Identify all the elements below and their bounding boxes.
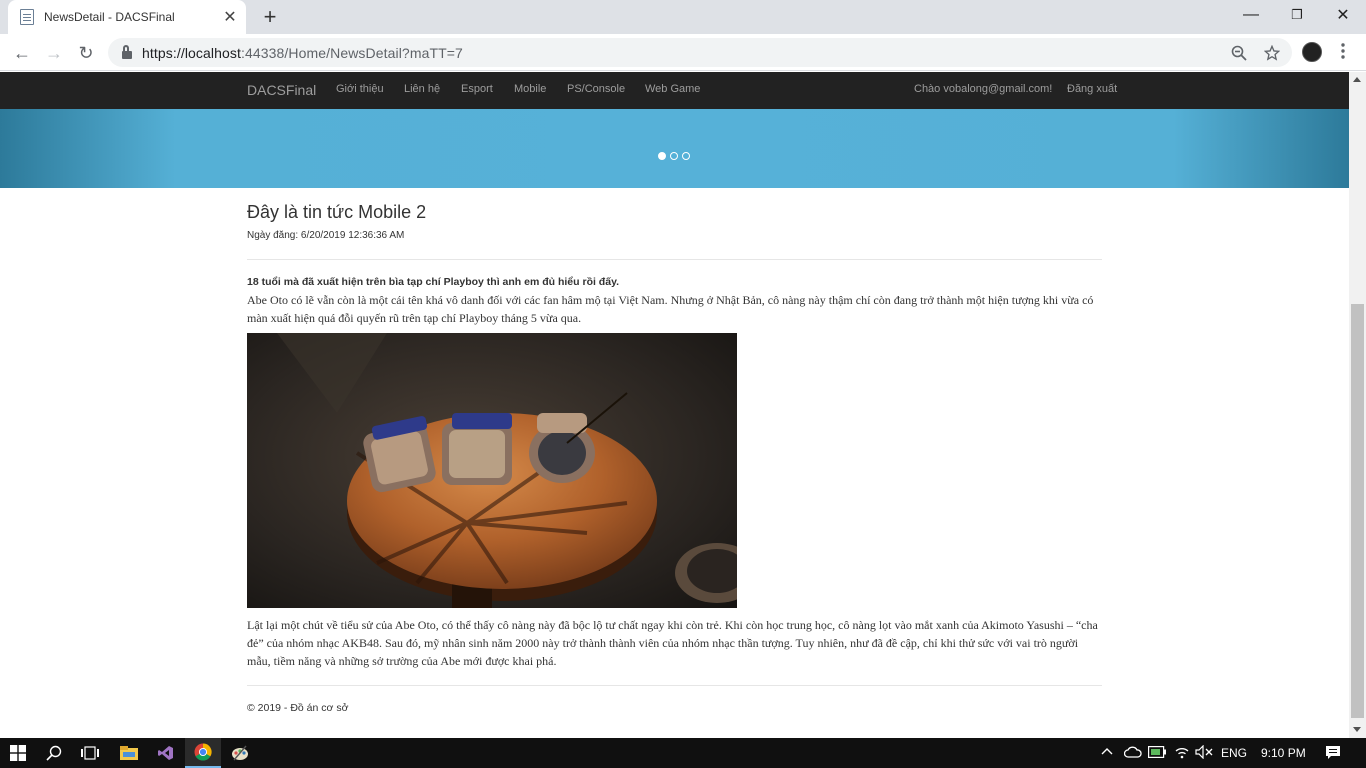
article-paragraph-1: Abe Oto có lẽ vẫn còn là một cái tên khá… — [247, 293, 1094, 325]
divider — [247, 685, 1102, 686]
lock-icon — [122, 44, 132, 59]
search-icon[interactable] — [36, 738, 72, 768]
article-paragraph-2: Lật lại một chút về tiểu sử của Abe Oto,… — [247, 618, 1098, 668]
url-text: https://localhost:44338/Home/NewsDetail?… — [142, 45, 463, 61]
divider — [247, 259, 1102, 260]
address-bar[interactable]: https://localhost:44338/Home/NewsDetail?… — [108, 38, 1292, 67]
more-menu-icon[interactable] — [1336, 40, 1350, 62]
zoom-out-icon[interactable] — [1230, 44, 1248, 62]
nav-mobile[interactable]: Mobile — [514, 83, 546, 95]
nav-esport[interactable]: Esport — [461, 83, 493, 95]
tab-strip: NewsDetail - DACSFinal ✕ + — ❐ ✕ — [0, 0, 1366, 34]
windows-taskbar: ENG 9:10 PM — [0, 738, 1366, 768]
battery-icon[interactable] — [1148, 746, 1166, 761]
page-favicon-icon — [20, 9, 34, 25]
user-greeting[interactable]: Chào vobalong@gmail.com! — [914, 83, 1052, 95]
scroll-down-arrow-icon[interactable] — [1353, 727, 1361, 732]
nav-ps-console[interactable]: PS/Console — [567, 83, 625, 95]
site-brand[interactable]: DACSFinal — [247, 82, 316, 98]
system-clock[interactable]: 9:10 PM — [1261, 746, 1306, 760]
carousel-banner — [0, 109, 1349, 188]
article-title: Đây là tin tức Mobile 2 — [247, 202, 427, 222]
wifi-icon[interactable] — [1174, 745, 1190, 762]
language-indicator[interactable]: ENG — [1221, 746, 1247, 760]
scrollbar-thumb[interactable] — [1351, 304, 1364, 718]
paint-app-icon[interactable] — [222, 738, 258, 768]
visual-studio-icon[interactable] — [148, 738, 184, 768]
url-host: https://localhost — [142, 44, 241, 61]
volume-muted-icon[interactable] — [1195, 744, 1213, 762]
article-date: Ngày đăng: 6/20/2019 12:36:36 AM — [247, 230, 405, 241]
article-image — [247, 333, 737, 608]
forward-button[interactable]: → — [41, 40, 67, 66]
carousel-indicator-2[interactable] — [670, 152, 678, 160]
site-navbar: DACSFinal Giới thiệu Liên hệ Esport Mobi… — [0, 72, 1349, 109]
logout-link[interactable]: Đăng xuất — [1067, 83, 1117, 95]
browser-toolbar: ← → ↻ https://localhost:44338/Home/NewsD… — [0, 34, 1366, 71]
carousel-indicator-3[interactable] — [682, 152, 690, 160]
carousel-indicator-1[interactable] — [658, 152, 666, 160]
url-path: :44338/Home/NewsDetail?maTT=7 — [240, 44, 463, 61]
tab-title: NewsDetail - DACSFinal — [44, 10, 175, 24]
window-close-button[interactable]: ✕ — [1320, 0, 1366, 30]
star-icon[interactable] — [1263, 44, 1281, 62]
action-center-icon[interactable] — [1325, 745, 1341, 763]
reload-button[interactable]: ↻ — [73, 40, 99, 66]
back-button[interactable]: ← — [9, 40, 35, 66]
file-explorer-icon[interactable] — [111, 738, 147, 768]
nav-gioi-thieu[interactable]: Giới thiệu — [336, 83, 384, 95]
onedrive-cloud-icon[interactable] — [1123, 745, 1142, 762]
nav-lien-he[interactable]: Liên hệ — [404, 83, 440, 95]
new-tab-button[interactable]: + — [258, 5, 282, 29]
minimize-button[interactable]: — — [1228, 0, 1274, 30]
profile-avatar[interactable] — [1302, 42, 1322, 62]
task-view-icon[interactable] — [72, 738, 108, 768]
browser-tab[interactable]: NewsDetail - DACSFinal ✕ — [8, 0, 246, 34]
article-lead: 18 tuổi mà đã xuất hiện trên bìa tạp chí… — [247, 276, 620, 288]
nav-web-game[interactable]: Web Game — [645, 83, 700, 95]
maximize-button[interactable]: ❐ — [1274, 0, 1320, 30]
windows-start-icon[interactable] — [0, 738, 36, 768]
tray-overflow-chevron-icon[interactable] — [1101, 745, 1113, 759]
page-scrollbar[interactable] — [1349, 72, 1366, 738]
web-page: DACSFinal Giới thiệu Liên hệ Esport Mobi… — [0, 72, 1349, 738]
site-footer: © 2019 - Đồ án cơ sở — [247, 702, 349, 714]
scroll-up-arrow-icon[interactable] — [1353, 77, 1361, 82]
tab-close-icon[interactable]: ✕ — [220, 7, 240, 27]
chrome-taskbar-icon[interactable] — [185, 738, 221, 768]
